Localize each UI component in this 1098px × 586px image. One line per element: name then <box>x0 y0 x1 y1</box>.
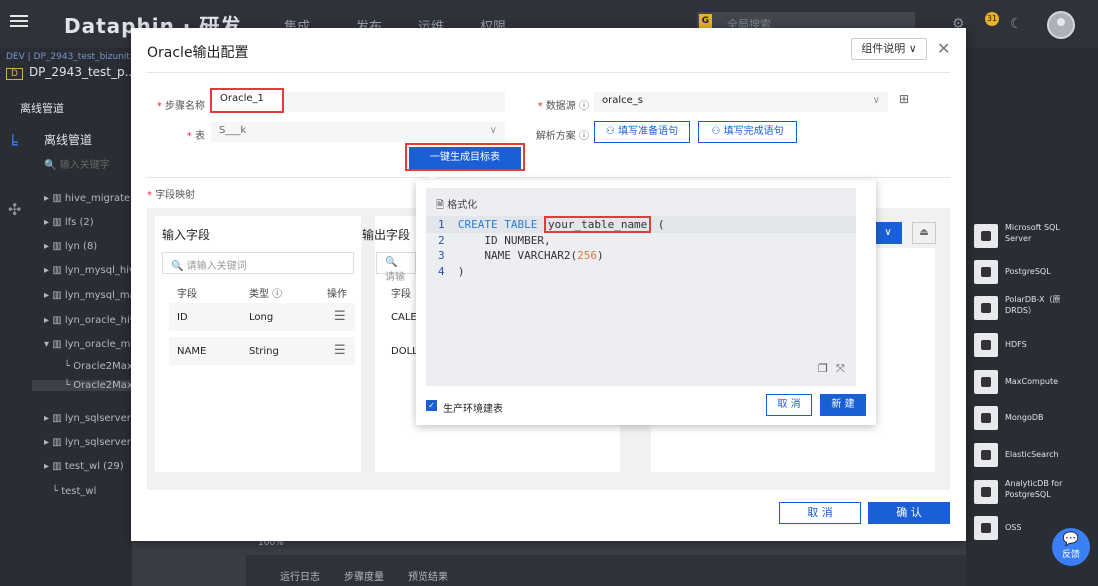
datasource-item[interactable]: Microsoft SQL Server <box>974 222 1084 252</box>
format-button[interactable]: 🗎 格式化 <box>436 196 477 215</box>
tree-item[interactable]: ▸ ▥ lfs (2) <box>44 217 94 228</box>
drag-handle-icon[interactable]: ☰ <box>334 343 346 358</box>
row-type: String <box>249 346 279 357</box>
project-name: DP_2943_test_p... <box>28 65 137 79</box>
row-field: NAME <box>177 346 207 357</box>
sql-editor[interactable]: 🗎 格式化 1 CREATE TABLE your_table_name ( 2… <box>426 188 856 386</box>
tree-item[interactable]: ▸ ▥ lyn_oracle_hive <box>44 315 142 326</box>
datasource-icon <box>974 224 998 248</box>
row-type: Long <box>249 312 274 323</box>
project-selector[interactable]: D DP_2943_test_p... <box>6 65 136 80</box>
popup-create-button[interactable]: 新 建 <box>820 394 866 416</box>
col-header-field: 字段 <box>391 289 411 300</box>
table-select[interactable]: S___k ∨ <box>211 122 505 142</box>
field-mapping-label: * 字段映射 <box>147 190 196 201</box>
tree-item[interactable]: ▾ ▥ lyn_oracle_max <box>44 339 142 350</box>
tree-item-selected[interactable]: └ Oracle2Max0 <box>32 380 139 391</box>
table-label: * 表 <box>186 131 205 142</box>
code-line: 2 ID NUMBER, <box>438 234 551 247</box>
datasource-icon <box>974 296 998 320</box>
tree-title: 离线管道 <box>44 133 93 147</box>
step-name-input[interactable]: Oracle_1 <box>210 88 284 113</box>
prod-env-label: 生产环境建表 <box>443 404 503 415</box>
datasource-icon <box>974 406 998 430</box>
col-header-field: 字段 <box>177 289 197 300</box>
puzzle-icon[interactable]: ✣ <box>8 200 21 219</box>
lock-icon[interactable]: ⏏ <box>912 222 936 244</box>
prod-env-checkbox[interactable]: ✓ <box>426 400 437 411</box>
datasource-icon <box>974 516 998 540</box>
datasource-item[interactable]: ElasticSearch <box>974 441 1084 471</box>
table-name-highlight[interactable]: your_table_name <box>543 216 652 233</box>
tree-item[interactable]: ▸ ▥ lyn (8) <box>44 241 97 252</box>
code-line: 3 NAME VARCHAR2(256) <box>438 249 604 262</box>
chevron-down-icon: ∨ <box>908 42 917 55</box>
tree-item[interactable]: ▸ ▥ test_wl (29) <box>44 461 124 472</box>
notification-badge: 31 <box>985 12 999 26</box>
chevron-down-icon: ∨ <box>872 95 880 106</box>
dialog-cancel-button[interactable]: 取 消 <box>779 502 861 524</box>
input-fields-title: 输入字段 <box>162 228 211 242</box>
tab-run-log[interactable]: 运行日志 <box>280 568 320 583</box>
feedback-button[interactable]: 💬 反馈 <box>1052 528 1090 566</box>
drag-handle-icon[interactable]: ☰ <box>334 309 346 324</box>
datasource-select[interactable]: oralce_s ∨ <box>594 92 888 112</box>
tree-item[interactable]: ▸ ▥ lyn_sqlserver_hi <box>44 413 145 424</box>
input-field-search[interactable]: 🔍 请输入关键词 <box>162 252 354 274</box>
chevron-down-icon[interactable]: ∨ <box>874 222 902 244</box>
row-field: ID <box>177 312 188 323</box>
dialog-ok-button[interactable]: 确 认 <box>868 502 950 524</box>
menu-icon[interactable] <box>10 12 28 30</box>
popup-arrow <box>428 172 438 180</box>
divider <box>147 177 950 178</box>
output-fields-title: 输出字段 <box>362 228 411 242</box>
project-badge: D <box>6 68 23 80</box>
close-icon[interactable]: ✕ <box>937 39 950 58</box>
chat-icon: 💬 <box>1062 532 1080 547</box>
divider <box>147 72 950 73</box>
col-header-type: 类型 ⓘ <box>249 289 283 300</box>
bottom-tabs: 运行日志 步骤度量 预览结果 <box>246 555 966 586</box>
tree-item[interactable]: └ test_wl <box>52 486 96 497</box>
section-title: 离线管道 <box>20 102 64 115</box>
tree-search-input[interactable]: 🔍 输入关键字 <box>44 156 132 174</box>
copy-icon[interactable]: ❐ <box>818 362 828 375</box>
generate-target-table-button[interactable]: 一键生成目标表 <box>409 147 521 169</box>
datasource-item[interactable]: MongoDB <box>974 404 1084 434</box>
generate-table-popup: 🗎 格式化 1 CREATE TABLE your_table_name ( 2… <box>416 180 876 425</box>
code-line: 1 CREATE TABLE your_table_name ( <box>438 216 665 233</box>
finish-statement-button[interactable]: ⚇ 填写完成语句 <box>698 121 797 143</box>
tab-step-metrics[interactable]: 步骤度量 <box>344 568 384 583</box>
avatar[interactable] <box>1047 11 1075 39</box>
pipeline-icon[interactable]: ╘ <box>8 134 18 153</box>
datasource-icon <box>974 370 998 394</box>
fullscreen-icon[interactable]: ⤧ <box>836 362 845 376</box>
dialog-title: Oracle输出配置 <box>147 45 249 61</box>
datasource-item[interactable]: PolarDB-X（原 DRDS） <box>974 294 1084 324</box>
popup-cancel-button[interactable]: 取 消 <box>766 394 812 416</box>
moon-icon[interactable]: ☾ <box>1010 16 1023 32</box>
datasource-icon <box>974 333 998 357</box>
datasource-item[interactable]: AnalyticDB for PostgreSQL <box>974 478 1084 508</box>
datasource-item[interactable]: PostgreSQL <box>974 258 1084 288</box>
datasource-item[interactable]: MaxCompute <box>974 368 1084 398</box>
tree-item[interactable]: └ Oracle2Max0 <box>64 361 139 372</box>
env-label: DEV | DP_2943_test_bizunit <box>6 52 130 62</box>
prep-statement-button[interactable]: ⚇ 填写准备语句 <box>594 121 690 143</box>
step-name-label: * 步骤名称 <box>156 101 205 112</box>
code-line: 4 ) <box>438 265 465 278</box>
col-header-action: 操作 <box>327 289 347 300</box>
chevron-down-icon: ∨ <box>489 125 497 136</box>
datasource-icon <box>974 260 998 284</box>
help-button[interactable]: 组件说明 ∨ <box>851 38 927 60</box>
datasource-item[interactable]: HDFS <box>974 331 1084 361</box>
datasource-icon <box>974 443 998 467</box>
parse-scheme-label: 解析方案 ⓘ <box>535 131 589 142</box>
output-field-search[interactable]: 🔍 请输 <box>376 252 416 283</box>
tab-preview-result[interactable]: 预览结果 <box>408 568 448 583</box>
datasource-icon <box>974 480 998 504</box>
datasource-label: * 数据源 ⓘ <box>537 101 589 112</box>
add-datasource-icon[interactable]: ⊞ <box>899 92 909 106</box>
